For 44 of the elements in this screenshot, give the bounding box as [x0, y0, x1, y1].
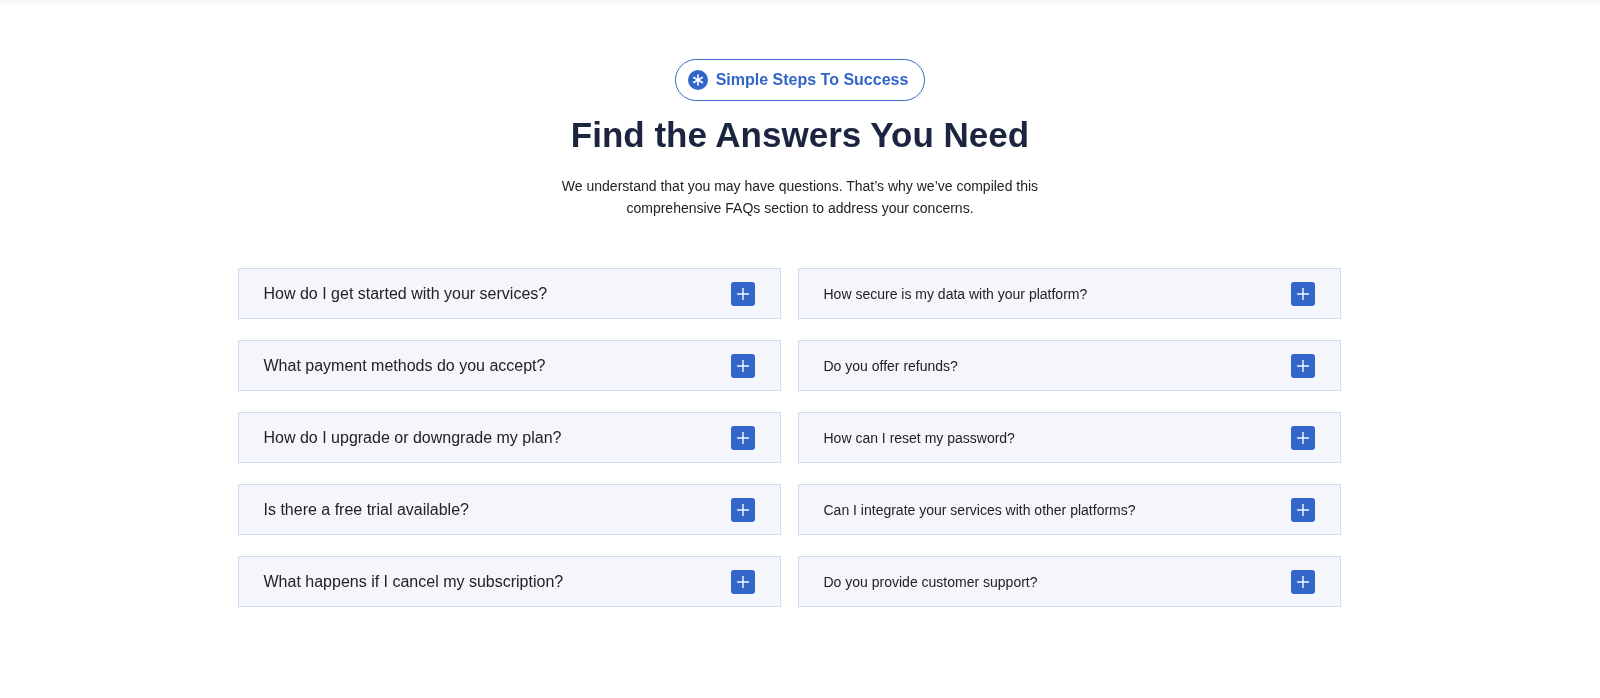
plus-icon — [736, 503, 749, 516]
intro-text: We understand that you may have questions. That’s why we’ve compiled this comprehensive FAQs section to address your concerns. — [560, 177, 1040, 218]
expand-button[interactable] — [1290, 569, 1315, 594]
faq-item[interactable]: How do I get started with your services? — [237, 268, 781, 319]
faq-item[interactable]: Do you provide customer support? — [797, 556, 1341, 607]
expand-button[interactable] — [730, 425, 755, 450]
plus-icon — [736, 359, 749, 372]
faq-question: Is there a free trial available? — [263, 500, 469, 519]
faq-question: How secure is my data with your platform? — [823, 285, 1088, 302]
plus-icon — [1296, 359, 1309, 372]
faq-question: How do I upgrade or downgrade my plan? — [263, 428, 562, 447]
faq-item[interactable]: How can I reset my password? — [797, 412, 1341, 463]
faq-question: Do you offer refunds? — [823, 357, 958, 374]
expand-button[interactable] — [1290, 281, 1315, 306]
plus-icon — [1296, 575, 1309, 588]
expand-button[interactable] — [1290, 425, 1315, 450]
plus-icon — [1296, 287, 1309, 300]
faq-item[interactable]: How do I upgrade or downgrade my plan? — [237, 412, 781, 463]
expand-button[interactable] — [730, 569, 755, 594]
plus-icon — [1296, 431, 1309, 444]
expand-button[interactable] — [730, 281, 755, 306]
faq-question: What payment methods do you accept? — [263, 356, 546, 375]
faq-question: What happens if I cancel my subscription? — [263, 572, 564, 591]
faq-item[interactable]: How secure is my data with your platform? — [797, 268, 1341, 319]
faq-item[interactable]: What happens if I cancel my subscription? — [237, 556, 781, 607]
faq-item[interactable]: Do you offer refunds? — [797, 340, 1341, 391]
plus-icon — [736, 575, 749, 588]
faq-question: Can I integrate your services with other platforms? — [823, 501, 1136, 518]
expand-button[interactable] — [730, 353, 755, 378]
plus-icon — [736, 431, 749, 444]
faq-item[interactable]: Can I integrate your services with other platforms? — [797, 484, 1341, 535]
faq-item[interactable]: What payment methods do you accept? — [237, 340, 781, 391]
faq-item[interactable]: Is there a free trial available? — [237, 484, 781, 535]
section-heading: Find the Answers You Need — [570, 115, 1030, 155]
plus-icon — [1296, 503, 1309, 516]
expand-button[interactable] — [730, 497, 755, 522]
badge-label: Simple Steps To Success — [715, 71, 909, 89]
faq-question: How do I get started with your services? — [263, 284, 548, 303]
plus-icon — [736, 287, 749, 300]
expand-button[interactable] — [1290, 353, 1315, 378]
asterisk-icon — [687, 70, 708, 90]
faq-question: How can I reset my password? — [823, 429, 1015, 446]
faq-question: Do you provide customer support? — [823, 573, 1038, 590]
expand-button[interactable] — [1290, 497, 1315, 522]
